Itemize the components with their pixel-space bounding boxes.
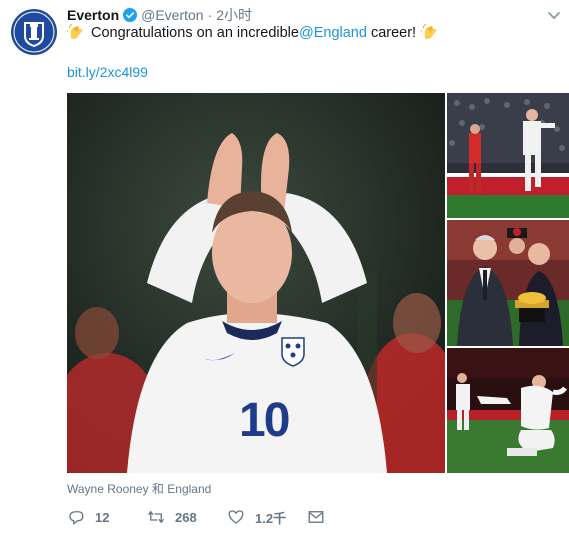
chevron-down-icon[interactable] [547,8,561,20]
tweet-header: Everton @Everton · 2小时 [67,5,252,25]
media-grid: 10 [67,93,569,473]
envelope-icon [308,511,324,523]
media-caption[interactable]: Wayne Rooney 和 England [67,480,211,497]
display-name[interactable]: Everton [67,7,119,23]
tweet-text: Congratulations on an incredible @Englan… [67,23,439,43]
verified-badge-icon [123,8,138,22]
like-count: 1.2千 [255,510,287,526]
like-button[interactable]: 1.2千 [227,508,307,527]
tweet-timestamp[interactable]: 2小时 [216,5,252,25]
reply-icon [69,511,84,525]
clapping-hands-icon [421,24,439,42]
clapping-hands-icon [67,24,85,42]
retweet-icon [147,510,165,524]
reply-count: 12 [95,509,110,525]
everton-crest-icon[interactable] [10,8,58,56]
photo-main[interactable]: 10 [67,93,445,473]
retweet-count: 268 [175,509,197,525]
mention-link[interactable]: @England [299,23,367,43]
tweet-link[interactable]: bit.ly/2xc4l99 [67,64,148,80]
tweet-actions: 12 268 1.2千 [67,506,337,528]
user-handle[interactable]: @Everton [141,7,203,23]
retweet-button[interactable]: 268 [147,508,227,526]
tweet-text-part1: Congratulations on an incredible [91,25,299,41]
heart-icon [228,510,244,524]
reply-button[interactable]: 12 [67,508,147,526]
direct-message-button[interactable] [307,508,337,526]
separator-dot: · [207,7,213,23]
photo-side-1[interactable] [447,93,569,218]
shirt-number: 10 [239,394,290,447]
photo-side-2[interactable] [447,220,569,346]
photo-side-3[interactable] [447,348,569,473]
tweet: Everton @Everton · 2小时 Congratulations o… [0,0,569,540]
tweet-text-part2: career! [366,25,417,41]
